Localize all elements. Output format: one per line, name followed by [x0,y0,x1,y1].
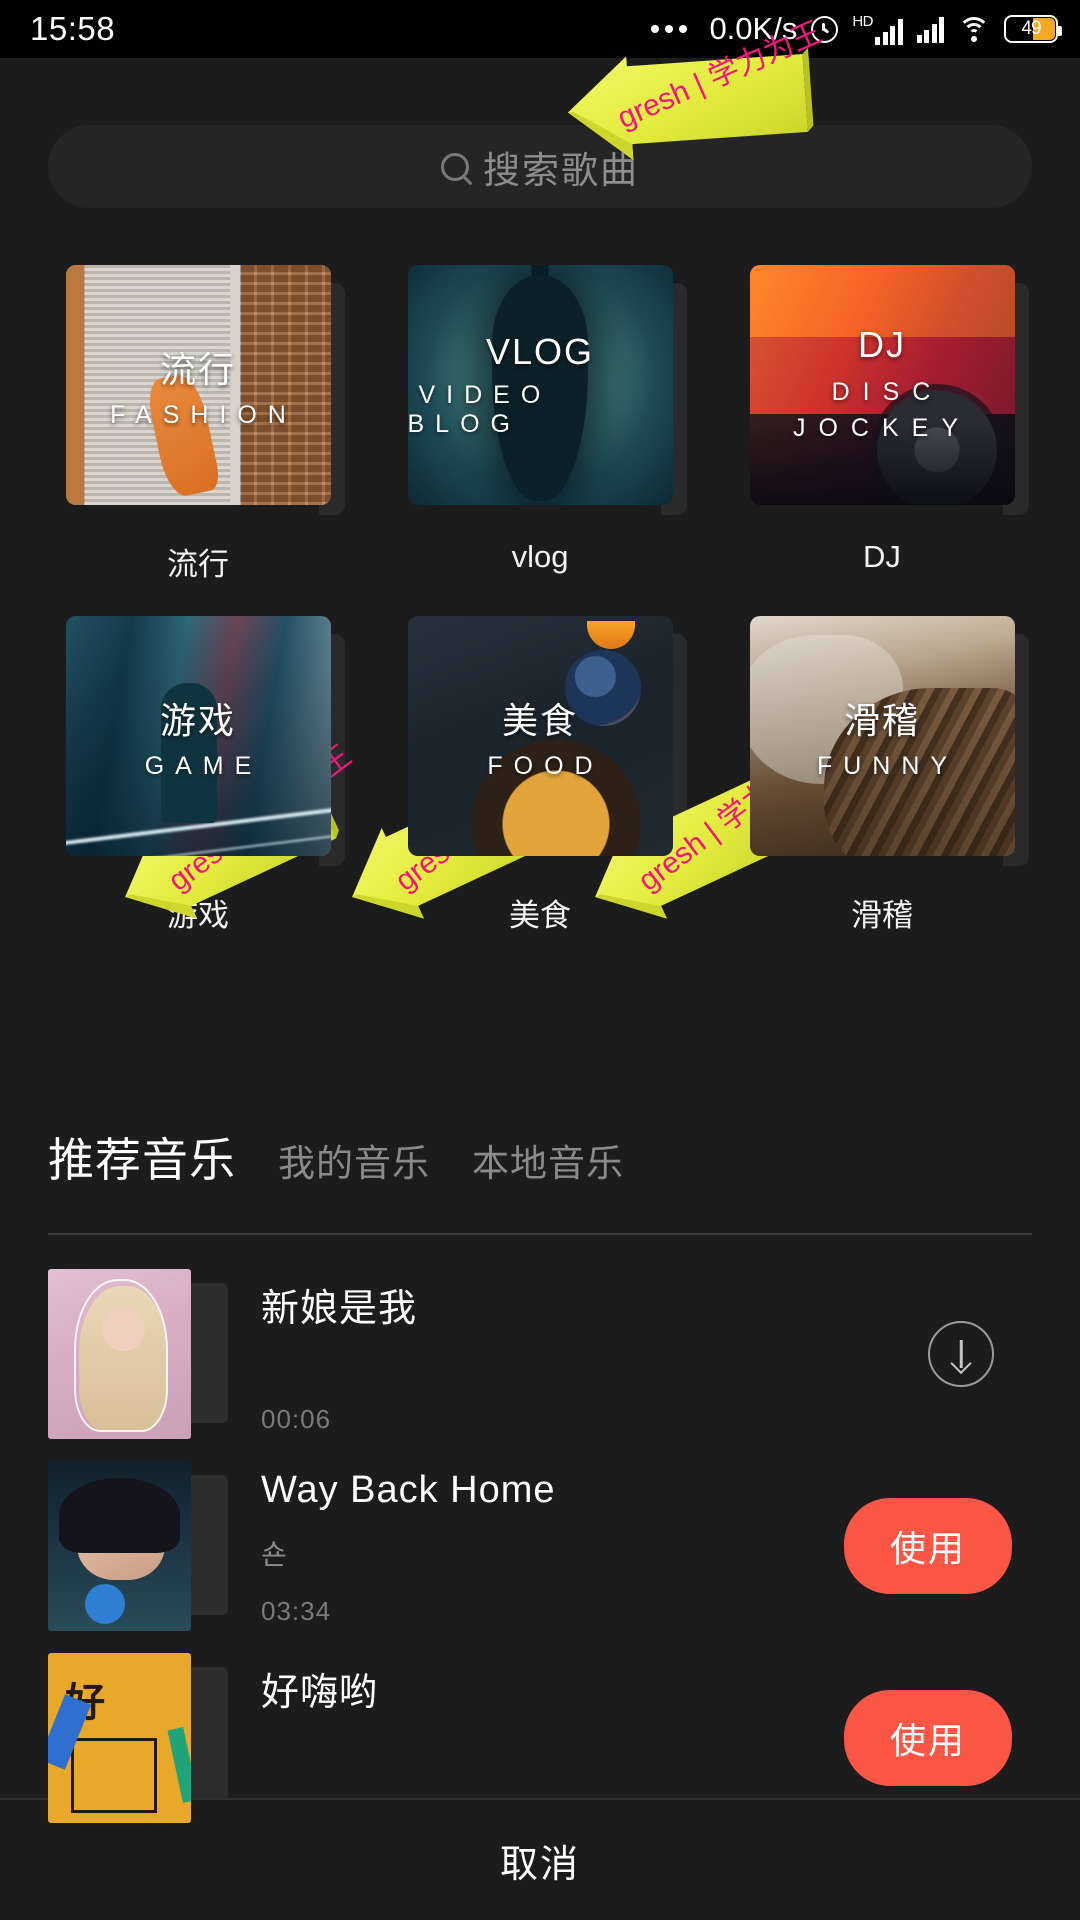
category-card-fashion[interactable]: 流行 FASHION [65,265,331,505]
status-bar: 15:58 0.0K/s HD 49 [0,0,1080,58]
card-subtitle: DISC JOCKEY [792,377,972,442]
album-art-image [48,1269,191,1439]
album-art-image [48,1461,191,1631]
category-item-game[interactable]: 游戏 GAME 游戏 [27,616,369,935]
status-icons: 0.0K/s HD 49 [651,11,1062,47]
song-title: Way Back Home [261,1469,556,1511]
alarm-icon [811,15,839,43]
hd-label: HD [852,12,873,30]
search-placeholder: 搜索歌曲 [483,149,639,191]
category-grid: 流行 FASHION 流行 VLOG VIDEO BLOG vlog DJ DI… [0,265,1080,935]
card-subtitle: GAME [144,751,263,780]
category-label-vlog: vlog [511,539,569,574]
tab-recommended-music[interactable]: 推荐音乐 [48,1124,236,1190]
card-subtitle: VIDEO BLOG [407,381,552,438]
music-tabs: 推荐音乐 我的音乐 本地音乐 [48,1124,624,1190]
song-list-item[interactable]: 新娘是我 00:06 [0,1258,1080,1450]
card-title: DJ [858,323,906,365]
search-input[interactable]: 搜索歌曲 [48,125,1032,208]
song-title: 新娘是我 [261,1288,418,1330]
category-card-dj[interactable]: DJ DISC JOCKEY [749,265,1015,505]
song-duration: 03:34 [261,1596,332,1626]
card-subtitle: FUNNY [816,751,959,780]
category-card-vlog[interactable]: VLOG VIDEO BLOG [407,265,673,505]
song-thumbnail-wrap [48,1269,228,1439]
category-label-food: 美食 [509,898,571,933]
category-card-game[interactable]: 游戏 GAME [65,616,331,856]
category-item-vlog[interactable]: VLOG VIDEO BLOG vlog [369,265,711,584]
search-section: 搜索歌曲 [0,125,1080,208]
use-button[interactable]: 使用 [843,1498,1012,1594]
tab-local-music[interactable]: 本地音乐 [472,1133,624,1187]
tab-my-music[interactable]: 我的音乐 [278,1133,430,1187]
card-title: 美食 [501,699,578,741]
cancel-button[interactable]: 取消 [500,1833,580,1888]
category-label-funny: 滑稽 [851,898,913,933]
category-card-food[interactable]: 美食 FOOD [407,616,673,856]
tabs-divider [48,1233,1032,1235]
category-label-fashion: 流行 [167,547,229,582]
card-title: 滑稽 [843,699,920,741]
card-title: 游戏 [159,699,236,741]
card-title: 流行 [159,348,236,390]
song-thumbnail-wrap [48,1461,228,1631]
category-item-food[interactable]: 美食 FOOD 美食 [369,616,711,935]
app-screen: 15:58 0.0K/s HD 49 搜索歌曲 流行 FASHION 流行 VL… [0,0,1080,1920]
card-subtitle: FASHION [110,400,297,429]
song-list: 新娘是我 00:06 Way Back Home 숀 03:34 使用 好嗨哟 … [0,1258,1080,1834]
battery-icon: 49 [1004,15,1062,43]
category-label-game: 游戏 [167,898,229,933]
use-button[interactable]: 使用 [843,1690,1012,1786]
song-info: Way Back Home 숀 03:34 [261,1461,844,1631]
song-artist: 숀 [261,1539,287,1570]
category-row-1: 流行 FASHION 流行 VLOG VIDEO BLOG vlog DJ DI… [27,265,1053,584]
song-list-item[interactable]: Way Back Home 숀 03:34 使用 [0,1450,1080,1642]
category-label-dj: DJ [863,539,901,574]
album-art-image: 好 [48,1653,191,1823]
network-speed-label: 0.0K/s [709,11,798,46]
download-icon[interactable] [928,1321,994,1387]
signal-bars-1-icon [875,18,903,45]
category-card-funny[interactable]: 滑稽 FUNNY [749,616,1015,856]
status-time: 15:58 [30,10,116,47]
category-item-dj[interactable]: DJ DISC JOCKEY DJ [711,265,1053,584]
category-item-fashion[interactable]: 流行 FASHION 流行 [27,265,369,584]
song-duration: 00:06 [261,1404,332,1434]
card-subtitle: FOOD [487,751,604,780]
signal-bars-2-icon [916,16,944,43]
search-icon [441,152,469,181]
hd-signal-icon: HD [852,12,903,45]
battery-level: 49 [1021,18,1041,39]
song-title: 好嗨哟 [261,1672,379,1714]
card-title: VLOG [485,331,595,372]
category-item-funny[interactable]: 滑稽 FUNNY 滑稽 [711,616,1053,935]
more-dots-icon [651,25,688,33]
category-row-2: 游戏 GAME 游戏 美食 FOOD 美食 滑稽 FUNNY 滑稽 [27,616,1053,935]
wifi-icon [958,16,990,42]
song-info: 新娘是我 00:06 [261,1269,928,1439]
